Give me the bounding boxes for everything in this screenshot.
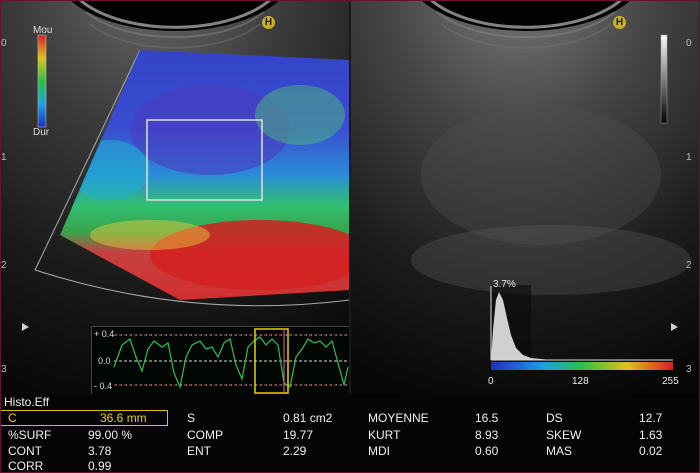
- value-corr: 0.99: [88, 459, 112, 473]
- label-surf: %SURF: [8, 428, 52, 442]
- label-c: C: [8, 411, 17, 425]
- histogram-scale-mid: 128: [572, 376, 589, 387]
- label-mas: MAS: [546, 444, 573, 458]
- strain-graph: + 0.4 0.0 - 0.4: [91, 326, 350, 394]
- label-s: S: [187, 411, 196, 425]
- value-c: 36.6 mm: [100, 411, 147, 425]
- depth-tick-2: 2: [686, 260, 692, 271]
- graph-tick-bottom: - 0.4: [94, 381, 113, 391]
- label-kurt: KURT: [368, 428, 401, 442]
- label-ds: DS: [546, 411, 563, 425]
- bmode-image-panel[interactable]: H 3.7% 0 128 255 0 1 2 3: [351, 0, 700, 394]
- value-cont: 3.78: [88, 444, 112, 458]
- depth-tick-0: 0: [686, 38, 692, 49]
- depth-tick-1: 1: [1, 152, 7, 163]
- label-cont: CONT: [8, 444, 42, 458]
- value-surf: 99.00 %: [88, 428, 133, 442]
- label-moyenne: MOYENNE: [368, 411, 429, 425]
- bmode-image: [351, 0, 700, 394]
- depth-tick-3: 3: [1, 364, 7, 375]
- label-mdi: MDI: [368, 444, 390, 458]
- scale-top-label: Mou: [33, 25, 53, 36]
- histogram-scale-max: 255: [662, 376, 679, 387]
- elasticity-scale-bar: [37, 34, 47, 128]
- focus-marker-icon[interactable]: [671, 323, 678, 331]
- value-mas: 0.02: [639, 444, 663, 458]
- depth-tick-1: 1: [686, 152, 692, 163]
- value-s: 0.81 cm2: [283, 411, 333, 425]
- label-ent: ENT: [187, 444, 211, 458]
- depth-tick-2: 2: [1, 260, 7, 271]
- value-ds: 12.7: [639, 411, 663, 425]
- graph-tick-top: + 0.4: [94, 329, 115, 339]
- hold-icon[interactable]: H: [262, 16, 275, 29]
- measurement-table: Histo.Eff C 36.6 mm S 0.81 cm2 MOYENNE 1…: [0, 394, 700, 473]
- depth-tick-3: 3: [686, 364, 692, 375]
- value-mdi: 0.60: [475, 444, 499, 458]
- depth-tick-0: 0: [1, 38, 7, 49]
- value-ent: 2.29: [283, 444, 307, 458]
- scale-bottom-label: Dur: [33, 127, 50, 138]
- grayscale-bar: [660, 34, 668, 124]
- histogram-scale-min: 0: [488, 376, 494, 387]
- hold-icon[interactable]: H: [613, 16, 626, 29]
- value-skew: 1.63: [639, 428, 663, 442]
- histogram-color-scale: [491, 362, 673, 370]
- histogram-peak-label: 3.7%: [493, 279, 516, 290]
- graph-tick-mid: 0.0: [98, 356, 111, 366]
- table-title: Histo.Eff: [4, 395, 50, 409]
- value-comp: 19.77: [283, 428, 314, 442]
- label-skew: SKEW: [546, 428, 582, 442]
- value-moyenne: 16.5: [475, 411, 499, 425]
- elastography-image-panel[interactable]: Mou Dur H 0 1 2 3 + 0.4 0.0 - 0.4: [0, 0, 350, 394]
- label-comp: COMP: [187, 428, 223, 442]
- label-corr: CORR: [8, 459, 44, 473]
- focus-marker-icon[interactable]: [22, 323, 29, 331]
- value-kurt: 8.93: [475, 428, 499, 442]
